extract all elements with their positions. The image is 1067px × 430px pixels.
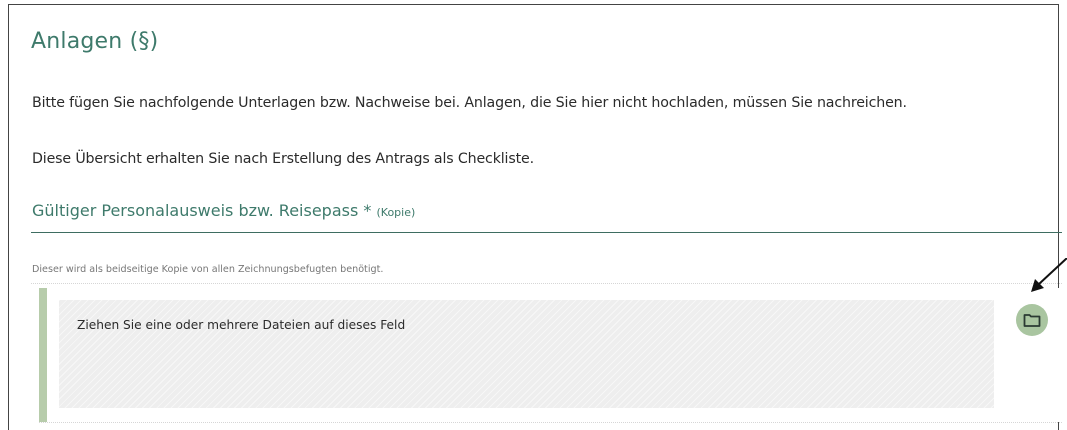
document-copy-note: (Kopie) [376,206,416,219]
drop-zone-label: Ziehen Sie eine oder mehrere Dateien auf… [77,318,406,332]
pointer-arrow-icon [1031,258,1067,292]
upload-bottom-divider [39,422,1062,423]
folder-icon [1023,313,1041,327]
document-title: Gültiger Personalausweis bzw. Reisepass … [32,201,372,220]
document-hint: Dieser wird als beidseitige Kopie von al… [32,264,384,275]
page-title: Anlagen (§) [31,29,159,54]
file-upload-widget: Ziehen Sie eine oder mehrere Dateien auf… [39,288,1062,422]
section-divider [31,232,1062,233]
file-drop-zone[interactable]: Ziehen Sie eine oder mehrere Dateien auf… [59,300,994,408]
hint-divider [31,283,1062,284]
intro-text-upload-instructions: Bitte fügen Sie nachfolgende Unterlagen … [32,95,907,111]
document-section-heading: Gültiger Personalausweis bzw. Reisepass … [32,201,415,220]
attachments-panel: Anlagen (§) Bitte fügen Sie nachfolgende… [8,4,1062,430]
upload-accent-bar [39,288,47,422]
intro-text-checklist-note: Diese Übersicht erhalten Sie nach Erstel… [32,151,534,167]
browse-files-button[interactable] [1016,304,1048,336]
